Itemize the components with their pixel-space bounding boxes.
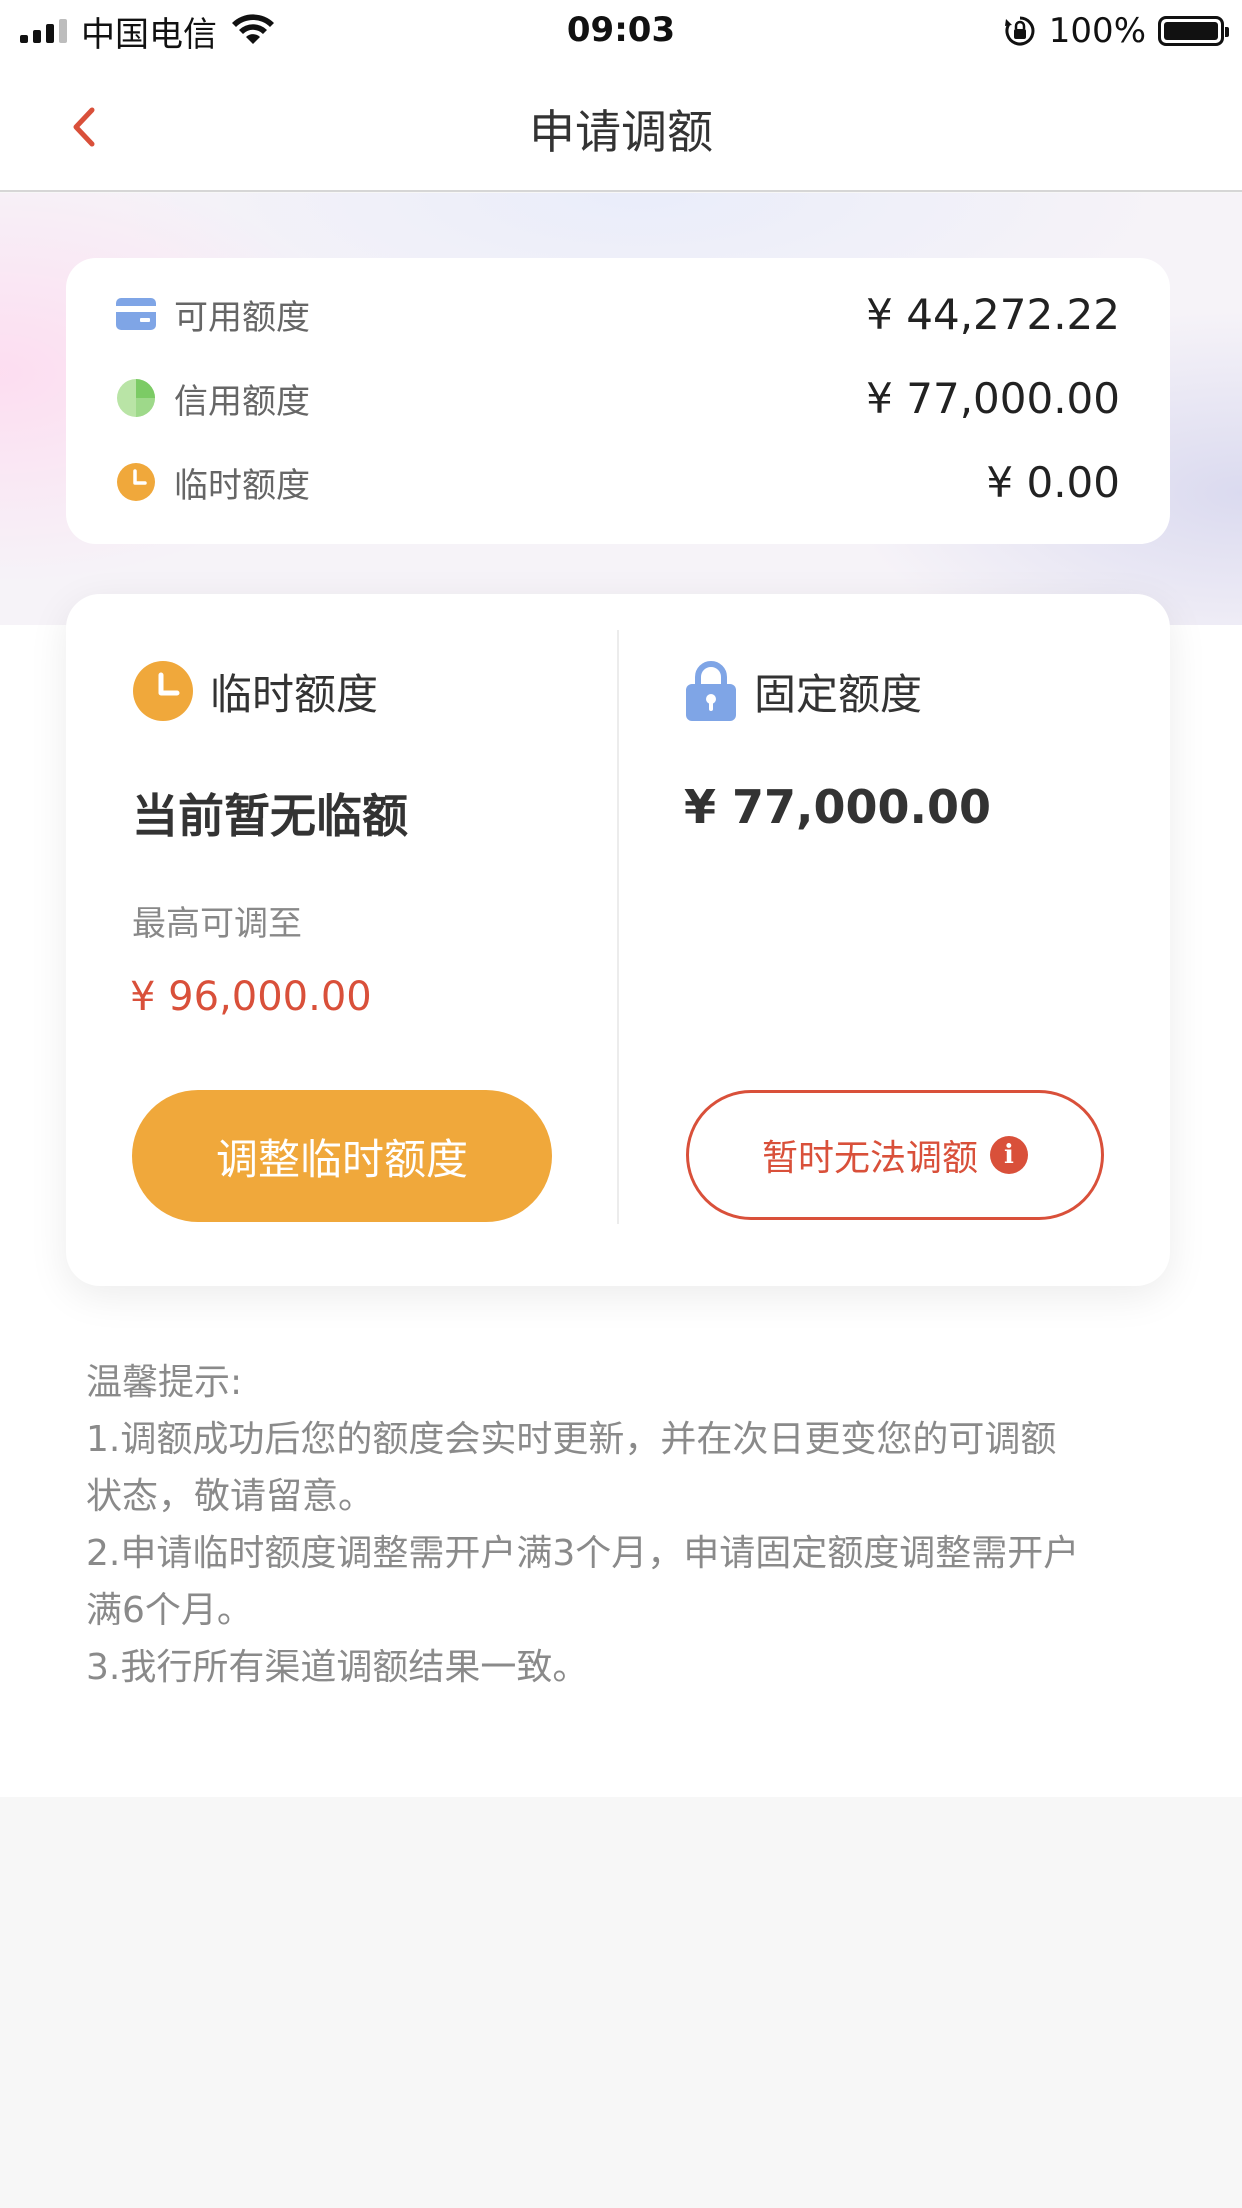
fixed-quota-amount: ¥ 77,000.00 bbox=[684, 780, 992, 834]
summary-value: ¥ 0.00 bbox=[986, 457, 1120, 507]
tip-line: 3.我行所有渠道调额结果一致。 bbox=[86, 1647, 589, 1688]
adjust-temp-quota-button[interactable]: 调整临时额度 bbox=[132, 1090, 552, 1222]
status-bar: 中国电信 09:03 100% bbox=[0, 0, 1242, 62]
column-divider bbox=[617, 630, 619, 1224]
battery-percent: 100% bbox=[1048, 11, 1146, 51]
adjust-card: 临时额度 当前暂无临额 最高可调至 ¥ 96,000.00 调整临时额度 固定额… bbox=[66, 594, 1170, 1286]
tips-section: 温馨提示: 1.调额成功后您的额度会实时更新，并在次日更变您的可调额 状态，敬请… bbox=[86, 1354, 1176, 1696]
tip-line: 状态，敬请留意。 bbox=[86, 1476, 375, 1517]
fixed-quota-title: 固定额度 bbox=[754, 669, 923, 719]
summary-label: 临时额度 bbox=[174, 465, 310, 506]
clock-icon bbox=[116, 462, 156, 502]
cannot-adjust-label: 暂时无法调额 bbox=[761, 1138, 978, 1179]
status-right: 100% bbox=[1003, 10, 1229, 52]
max-adjust-label: 最高可调至 bbox=[132, 904, 302, 944]
clock-icon bbox=[133, 661, 193, 721]
temp-quota-status: 当前暂无临额 bbox=[132, 789, 408, 843]
nav-bar: 申请调额 bbox=[0, 62, 1242, 192]
temp-quota-title: 临时额度 bbox=[210, 669, 379, 719]
quota-summary-card: 可用额度 ¥ 44,272.22 信用额度 ¥ 77,000.00 临时额度 ¥… bbox=[66, 258, 1170, 544]
summary-value: ¥ 44,272.22 bbox=[866, 289, 1120, 339]
summary-value: ¥ 77,000.00 bbox=[866, 373, 1120, 423]
lock-icon bbox=[686, 661, 736, 721]
summary-label: 信用额度 bbox=[174, 381, 310, 422]
summary-row-temporary: 临时额度 ¥ 0.00 bbox=[116, 452, 1120, 512]
card-icon bbox=[116, 294, 156, 334]
temp-quota-header: 临时额度 bbox=[132, 660, 378, 722]
tip-line: 2.申请临时额度调整需开户满3个月，申请固定额度调整需开户 bbox=[86, 1533, 1080, 1574]
tip-line: 满6个月。 bbox=[86, 1590, 253, 1631]
tips-title: 温馨提示: bbox=[86, 1362, 243, 1403]
summary-row-available: 可用额度 ¥ 44,272.22 bbox=[116, 284, 1120, 344]
summary-row-credit: 信用额度 ¥ 77,000.00 bbox=[116, 368, 1120, 428]
page-title: 申请调额 bbox=[529, 105, 713, 159]
summary-label: 可用额度 bbox=[174, 297, 310, 338]
rotation-lock-icon bbox=[1004, 16, 1035, 46]
info-icon[interactable]: i bbox=[990, 1136, 1028, 1174]
max-adjust-amount: ¥ 96,000.00 bbox=[130, 974, 372, 1020]
tip-line: 1.调额成功后您的额度会实时更新，并在次日更变您的可调额 bbox=[86, 1419, 1057, 1460]
cannot-adjust-button[interactable]: 暂时无法调额 i bbox=[686, 1090, 1104, 1220]
fixed-quota-header: 固定额度 bbox=[684, 660, 922, 722]
battery-icon bbox=[1158, 16, 1229, 46]
pie-chart-icon bbox=[116, 378, 156, 418]
